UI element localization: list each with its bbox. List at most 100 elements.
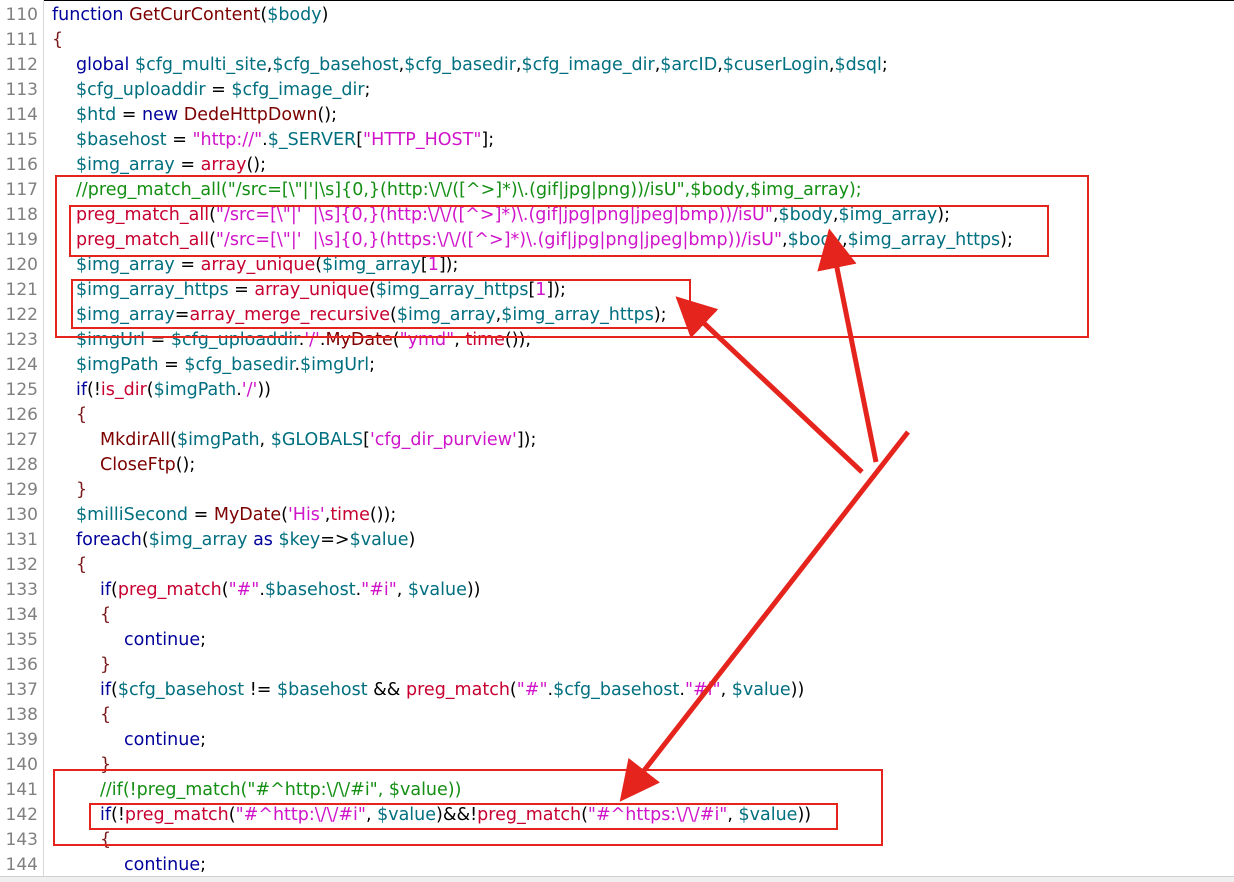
- line-number: 135: [5, 630, 38, 650]
- code-token: $cfg_image_dir: [521, 55, 655, 75]
- code-token: [: [363, 430, 370, 450]
- code-text: foreach($img_array as $key=>$value): [76, 528, 415, 553]
- code-token: $cfg_multi_site: [134, 55, 267, 75]
- code-token: DedeHttpDown: [183, 105, 318, 125]
- code-line[interactable]: 131 foreach($img_array as $key=>$value): [0, 528, 1234, 553]
- code-token: $value: [731, 680, 791, 700]
- code-text: if($cfg_basehost != $basehost && preg_ma…: [100, 678, 804, 703]
- code-token: "#": [516, 680, 548, 700]
- line-number: 129: [5, 480, 38, 500]
- code-token: "#i": [361, 580, 397, 600]
- code-line[interactable]: 134 {: [0, 603, 1234, 628]
- code-token: preg_match: [117, 580, 222, 600]
- code-line[interactable]: 136}: [0, 653, 1234, 678]
- code-token: ]);: [516, 430, 537, 450]
- code-line[interactable]: 113 $cfg_uploaddir = $cfg_image_dir;: [0, 78, 1234, 103]
- code-text: }: [76, 478, 87, 503]
- code-line[interactable]: 111 {: [0, 28, 1234, 53]
- code-token: (: [281, 505, 288, 525]
- code-token: (: [111, 680, 118, 700]
- code-text: $imgPath = $cfg_basedir.$imgUrl;: [76, 353, 375, 378]
- line-number: 119: [5, 230, 38, 250]
- code-line[interactable]: 137 if($cfg_basehost != $basehost && preg…: [0, 678, 1234, 703]
- code-token: preg_match: [406, 680, 510, 700]
- horizontal-scrollbar[interactable]: [0, 876, 1234, 882]
- code-line[interactable]: 144 continue;: [0, 853, 1234, 878]
- code-token: array: [200, 155, 247, 175]
- code-text: continue;: [124, 853, 206, 878]
- code-token: ;: [881, 55, 888, 75]
- line-number: 120: [5, 255, 38, 275]
- code-token: $_SERVER: [267, 130, 357, 150]
- code-text: continue;: [124, 728, 206, 753]
- code-line[interactable]: 115 $basehost = "http://".$_SERVER["HTTP_…: [0, 128, 1234, 153]
- code-token: $arcID: [660, 55, 718, 75]
- code-line[interactable]: 126 {: [0, 403, 1234, 428]
- code-token: $htd: [76, 105, 117, 125]
- code-token: ): [408, 530, 416, 550]
- code-editor[interactable]: 110 function GetCurContent($body) 111 {112 g…: [0, 0, 1234, 882]
- code-token: global: [76, 55, 135, 75]
- code-line[interactable]: 128 CloseFtp();: [0, 453, 1234, 478]
- code-line[interactable]: 110 function GetCurContent($body): [0, 3, 1234, 28]
- code-token: (: [509, 680, 517, 700]
- code-token: CloseFtp: [100, 455, 176, 475]
- code-line[interactable]: 124 $imgPath = $cfg_basedir.$imgUrl;: [0, 353, 1234, 378]
- code-token: (: [170, 430, 177, 450]
- line-number: 121: [5, 280, 38, 300]
- code-line[interactable]: 125 if(!is_dir($imgPath.'/')): [0, 378, 1234, 403]
- code-text: global $cfg_multi_site,$cfg_basehost,$cf…: [76, 53, 888, 78]
- code-token: new: [142, 105, 184, 125]
- line-number: 118: [5, 205, 38, 225]
- line-number: 130: [5, 505, 38, 525]
- code-token: (: [221, 580, 229, 600]
- code-token: $cfg_basedir: [184, 355, 295, 375]
- code-line[interactable]: 132 {: [0, 553, 1234, 578]
- code-line[interactable]: 127 MkdirAll($imgPath, $GLOBALS['cfg_dir_…: [0, 428, 1234, 453]
- line-number: 131: [5, 530, 38, 550]
- line-number: 128: [5, 455, 38, 475]
- code-token: =: [166, 130, 193, 150]
- code-token: $cfg_uploaddir: [76, 80, 206, 100]
- code-line[interactable]: 130 $milliSecond = MyDate('His',time());: [0, 503, 1234, 528]
- code-token: {: [76, 405, 88, 425]
- code-token: $basehost: [264, 580, 356, 600]
- code-token: ,: [259, 430, 271, 450]
- code-token: {: [100, 605, 112, 625]
- code-token: "http://": [192, 130, 263, 150]
- line-number: 117: [5, 180, 38, 200]
- code-text: MkdirAll($imgPath, $GLOBALS['cfg_dir_pur…: [100, 428, 536, 453]
- code-line[interactable]: 138 {: [0, 703, 1234, 728]
- code-line[interactable]: 112 global $cfg_multi_site,$cfg_basehost,…: [0, 53, 1234, 78]
- code-line[interactable]: 133 if(preg_match("#".$basehost."#i", $va…: [0, 578, 1234, 603]
- code-line[interactable]: 129}: [0, 478, 1234, 503]
- code-text: continue;: [124, 628, 206, 653]
- code-line[interactable]: 114 $htd = new DedeHttpDown();: [0, 103, 1234, 128]
- code-token: '/': [241, 380, 258, 400]
- line-number: 113: [5, 80, 38, 100]
- code-token: )): [257, 380, 271, 400]
- code-text: {: [76, 403, 87, 428]
- window-top-border: [0, 0, 1234, 1]
- code-text: $milliSecond = MyDate('His',time());: [76, 503, 396, 528]
- code-token: ();: [246, 155, 267, 175]
- code-token: $cuserLogin: [722, 55, 829, 75]
- code-token: =>: [320, 530, 350, 550]
- code-token: ;: [200, 855, 206, 875]
- code-text: if(preg_match("#".$basehost."#i", $value…: [100, 578, 481, 603]
- code-line[interactable]: 135 continue;: [0, 628, 1234, 653]
- code-token: =: [158, 355, 185, 375]
- code-token: $imgPath: [176, 430, 260, 450]
- code-token: $basehost: [76, 130, 167, 150]
- code-token: ];: [481, 130, 495, 150]
- line-number: 111: [5, 30, 38, 50]
- code-token: ,: [396, 580, 408, 600]
- line-number: 124: [5, 355, 38, 375]
- code-token: )): [790, 680, 805, 700]
- line-number: 139: [5, 730, 38, 750]
- code-line[interactable]: 139 continue;: [0, 728, 1234, 753]
- code-token: continue: [124, 630, 201, 650]
- code-token: {: [52, 30, 64, 50]
- code-token: MkdirAll: [100, 430, 171, 450]
- code-token: continue: [124, 730, 201, 750]
